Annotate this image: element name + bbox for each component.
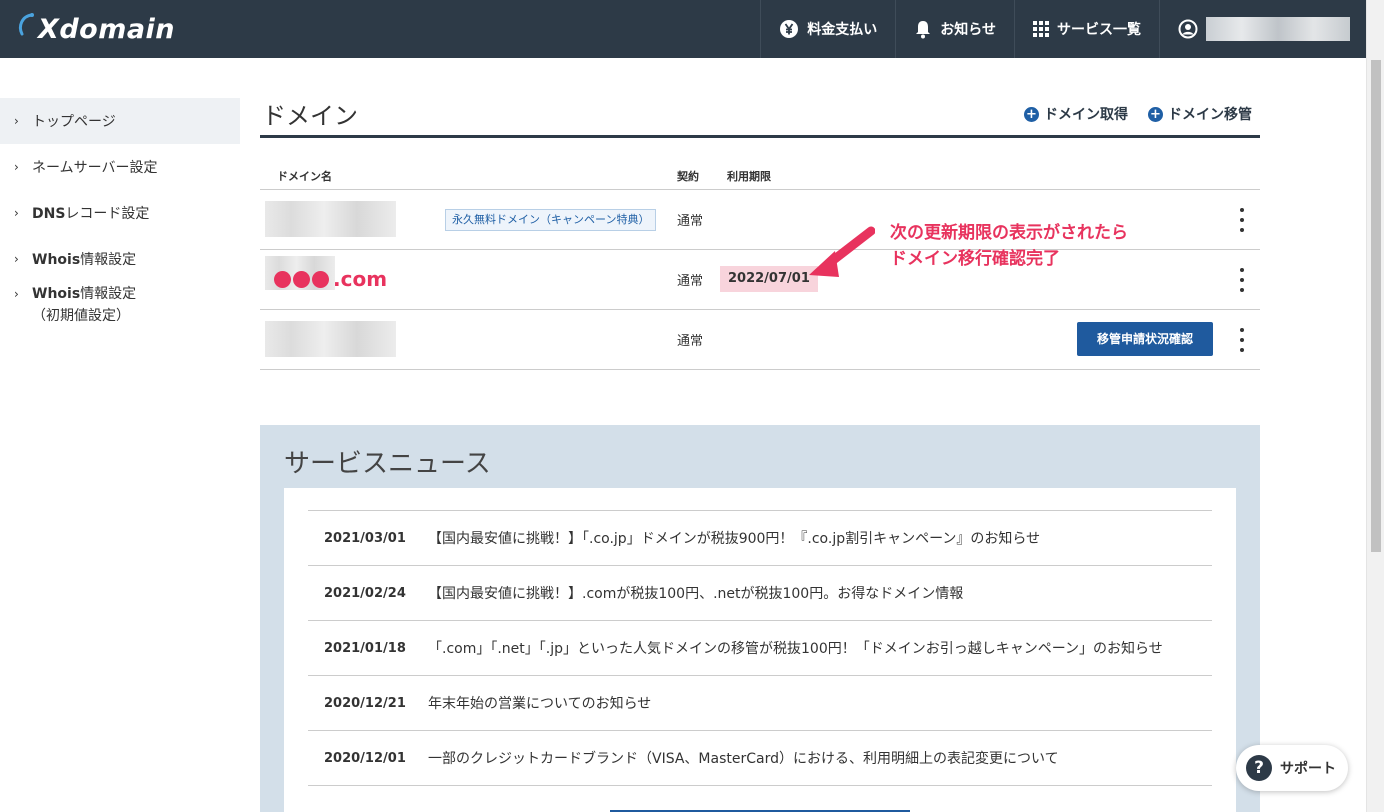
news-link[interactable]: 一部のクレジットカードブランド（VISA、MasterCard）における、利用明… [428,748,1212,768]
news-date: 2020/12/21 [324,695,406,711]
notice-label: お知らせ [940,22,996,38]
services-label: サービス一覧 [1057,22,1141,38]
transfer-status-button[interactable]: 移管申請状況確認 [1077,322,1213,356]
news-date: 2021/02/24 [324,585,406,601]
news-list: 2021/03/01 【国内最安値に挑戦！】「.co.jp」ドメインが税抜900… [308,510,1212,786]
circle-mark-icon [293,270,310,288]
contract-type: 通常 [677,334,704,349]
sidebar-item-top-page[interactable]: › トップページ [0,98,240,144]
news-date: 2021/03/01 [324,530,406,546]
annotation-arrow-icon [809,226,875,277]
sidebar: › トップページ › ネームサーバー設定 › DNSレコード設定 › Whois… [0,98,240,350]
news-date: 2021/01/18 [324,640,406,656]
campaign-badge: 永久無料ドメイン（キャンペーン特典） [445,209,657,231]
circle-mark-icon [274,270,291,288]
sidebar-item-label: ネームサーバー設定 [32,160,158,176]
news-link[interactable]: 年末年始の営業についてのお知らせ [428,693,1212,713]
domain-table-header: ドメイン名 契約 利用期限 [260,138,1260,190]
yen-icon [780,20,799,38]
xdomain-logo[interactable]: Xdomain [14,8,175,50]
chevron-right-icon: › [14,206,19,220]
sidebar-item-whois-default[interactable]: › Whois情報設定 （初期値設定） [0,282,240,350]
domain-name-redacted[interactable] [265,201,396,237]
transfer-domain-link[interactable]: + ドメイン移管 [1148,104,1252,124]
user-account-nav[interactable] [1159,0,1366,58]
user-icon [1178,19,1198,39]
annotation-line: 次の更新期限の表示がされたら [890,223,1128,243]
news-item[interactable]: 2021/02/24 【国内最安値に挑戦！】.comが税抜100円、.netが税… [308,566,1212,621]
news-title: サービスニュース [284,449,491,479]
service-news-section: サービスニュース 2021/03/01 【国内最安値に挑戦！】「.co.jp」ド… [260,425,1260,812]
sidebar-item-whois[interactable]: › Whois情報設定 [0,236,240,282]
scroll-thumb[interactable] [1371,60,1381,552]
logo-text: Xdomain [38,13,176,45]
sidebar-item-nameserver[interactable]: › ネームサーバー設定 [0,144,240,190]
plus-circle-icon: + [1024,106,1039,122]
payment-nav[interactable]: 料金支払い [760,0,895,58]
domain-name-masked: .com [274,267,387,291]
news-item[interactable]: 2021/01/18 「.com」「.net」「.jp」といった人気ドメインの移… [308,621,1212,676]
more-options-icon[interactable] [1236,208,1248,232]
transfer-domain-label: ドメイン移管 [1168,107,1252,123]
payment-label: 料金支払い [807,22,878,38]
sidebar-item-label: DNSレコード設定 [32,206,150,222]
annotation-line: ドメイン移行確認完了 [890,249,1060,269]
news-item[interactable]: 2020/12/21 年末年始の営業についてのお知らせ [308,676,1212,731]
acquire-domain-link[interactable]: + ドメイン取得 [1024,104,1128,124]
contract-type: 通常 [677,214,704,229]
notice-nav[interactable]: お知らせ [895,0,1014,58]
domain-section-header: ドメイン + ドメイン取得 + ドメイン移管 [260,92,1260,138]
chevron-right-icon: › [14,252,19,266]
annotation-text: 次の更新期限の表示がされたら ドメイン移行確認完了 [890,220,1128,272]
column-header-expiry: 利用期限 [727,170,771,183]
sidebar-item-label: トップページ [32,114,116,130]
more-options-icon[interactable] [1236,328,1248,352]
sidebar-item-label: Whois情報設定 （初期値設定） [32,286,137,324]
chevron-right-icon: › [14,287,19,301]
news-panel: 2021/03/01 【国内最安値に挑戦！】「.co.jp」ドメインが税抜900… [284,488,1236,812]
user-name-redacted [1206,17,1350,41]
domain-actions: + ドメイン取得 + ドメイン移管 [1024,104,1252,124]
chevron-right-icon: › [14,160,19,174]
expiry-date: 2022/07/01 [720,266,818,292]
plus-circle-icon: + [1148,106,1163,122]
contract-type: 通常 [677,274,704,289]
support-label: サポート [1280,761,1336,777]
page-scrollbar[interactable] [1366,0,1384,812]
grid-icon [1033,21,1049,37]
column-header-domain-name: ドメイン名 [277,170,332,183]
domain-name-redacted[interactable] [265,321,396,357]
bell-icon [916,21,931,39]
column-header-contract: 契約 [677,170,699,183]
sidebar-item-dns-record[interactable]: › DNSレコード設定 [0,190,240,236]
news-item[interactable]: 2020/12/01 一部のクレジットカードブランド（VISA、MasterCa… [308,731,1212,786]
table-row: 通常 移管申請状況確認 [260,310,1260,370]
question-icon: ? [1246,755,1272,781]
news-link[interactable]: 【国内最安値に挑戦！】「.co.jp」ドメインが税抜900円！『.co.jp割引… [428,528,1212,548]
page-title: ドメイン [262,102,358,130]
sidebar-item-label: Whois情報設定 [32,252,137,268]
news-link[interactable]: 【国内最安値に挑戦！】.comが税抜100円、.netが税抜100円。お得なドメ… [428,583,1212,603]
acquire-domain-label: ドメイン取得 [1044,107,1128,123]
news-link[interactable]: 「.com」「.net」「.jp」といった人気ドメインの移管が税抜100円！「ド… [428,638,1212,658]
top-header: Xdomain 料金支払い お知らせ サービス一覧 [0,0,1366,58]
services-nav[interactable]: サービス一覧 [1014,0,1159,58]
circle-mark-icon [312,270,329,288]
support-button[interactable]: ? サポート [1236,745,1348,791]
top-nav: 料金支払い お知らせ サービス一覧 [760,0,1366,58]
more-options-icon[interactable] [1236,268,1248,292]
chevron-right-icon: › [14,114,19,128]
news-date: 2020/12/01 [324,750,406,766]
news-item[interactable]: 2021/03/01 【国内最安値に挑戦！】「.co.jp」ドメインが税抜900… [308,511,1212,566]
